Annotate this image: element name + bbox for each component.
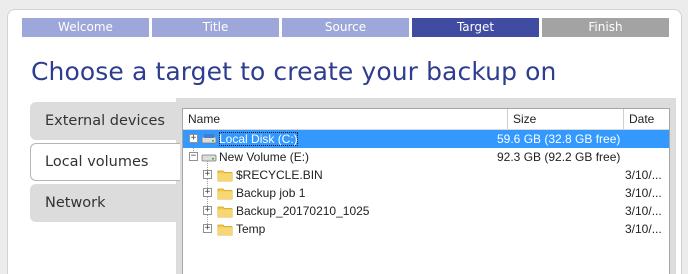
folder-icon xyxy=(217,206,233,218)
step-target[interactable]: Target xyxy=(412,18,539,37)
collapse-icon[interactable]: − xyxy=(189,152,198,161)
drive-icon xyxy=(201,154,217,162)
column-date-header[interactable]: Date xyxy=(623,109,669,129)
column-size-header[interactable]: Size xyxy=(507,109,623,129)
step-finish[interactable]: Finish xyxy=(542,18,669,37)
wizard-steps: Welcome Title Source Target Finish xyxy=(22,18,669,37)
tree-header: Name Size Date xyxy=(183,109,669,130)
folder-icon xyxy=(217,224,233,236)
tree-row[interactable]: − New Volume (E:) 92.3 GB (92.2 GB free) xyxy=(183,148,669,166)
tree-row[interactable]: + Backup job 1 3/10/... xyxy=(183,184,669,202)
folder-name: $RECYCLE.BIN xyxy=(236,168,323,182)
folder-date: 3/10/... xyxy=(625,222,662,236)
folder-name: Temp xyxy=(236,222,266,236)
folder-icon xyxy=(217,170,233,182)
expand-icon[interactable]: + xyxy=(203,170,212,179)
folder-date: 3/10/... xyxy=(625,204,662,218)
tree-row[interactable]: + Backup_20170210_1025 3/10/... xyxy=(183,202,669,220)
step-welcome[interactable]: Welcome xyxy=(22,18,149,37)
page-title: Choose a target to create your backup on xyxy=(31,57,557,86)
tree-row[interactable]: + Temp 3/10/... xyxy=(183,220,669,238)
folder-name: Backup job 1 xyxy=(236,186,306,200)
tab-external-devices[interactable]: External devices xyxy=(30,102,178,140)
expand-icon[interactable]: + xyxy=(203,206,212,215)
volume-size: 59.6 GB (32.8 GB free) xyxy=(497,132,621,146)
folder-date: 3/10/... xyxy=(625,168,662,182)
step-source[interactable]: Source xyxy=(282,18,409,37)
volume-size: 92.3 GB (92.2 GB free) xyxy=(497,150,621,164)
tab-local-volumes[interactable]: Local volumes xyxy=(30,143,180,181)
expand-icon[interactable]: + xyxy=(203,224,212,233)
folder-icon xyxy=(217,188,233,200)
expand-icon[interactable]: + xyxy=(189,134,198,143)
volume-tree[interactable]: Name Size Date + Local Disk (C:) 59.6 GB… xyxy=(182,108,670,274)
tree-row[interactable]: + Local Disk (C:) 59.6 GB (32.8 GB free) xyxy=(183,130,669,148)
tree-row[interactable]: + $RECYCLE.BIN 3/10/... xyxy=(183,166,669,184)
volume-name: Local Disk (C:) xyxy=(219,132,298,146)
volume-name: New Volume (E:) xyxy=(219,150,310,164)
expand-icon[interactable]: + xyxy=(203,188,212,197)
folder-date: 3/10/... xyxy=(625,186,662,200)
step-title[interactable]: Title xyxy=(152,18,279,37)
column-name-header[interactable]: Name xyxy=(183,109,507,129)
drive-icon xyxy=(201,134,217,144)
folder-name: Backup_20170210_1025 xyxy=(236,204,370,218)
tab-network[interactable]: Network xyxy=(30,184,178,222)
